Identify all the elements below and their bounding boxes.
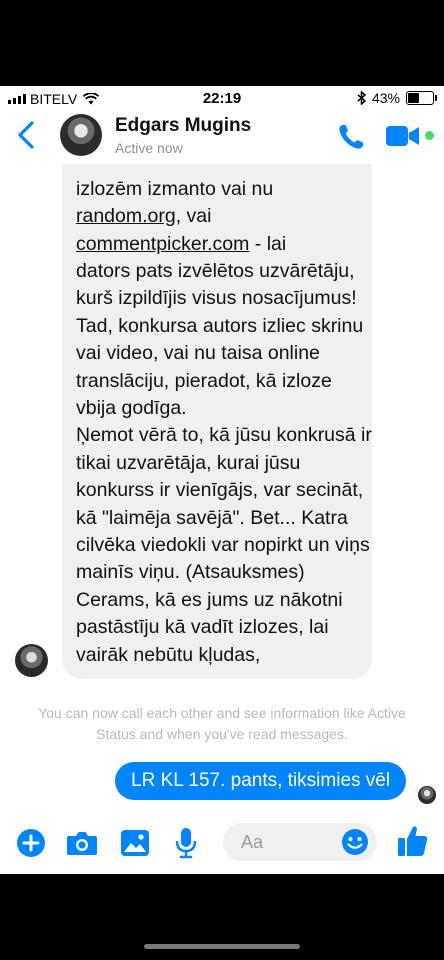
online-indicator <box>425 131 434 140</box>
incoming-message-bubble[interactable]: izlozēm izmanto vai nu random.org, vai c… <box>62 86 372 679</box>
phone-icon[interactable] <box>336 122 366 152</box>
contact-status: Active now <box>115 140 183 156</box>
read-receipt-avatar <box>418 786 436 804</box>
status-bar: BITELV 22:19 43% <box>0 86 444 112</box>
message-input[interactable]: Aa <box>223 823 377 861</box>
message-link[interactable]: commentpicker.com <box>76 233 249 255</box>
camera-icon[interactable] <box>66 829 98 857</box>
message-paragraph: Ņemot vērā to, kā jūsu konkrusā ir tikai… <box>76 424 372 584</box>
video-call-icon[interactable] <box>386 125 420 147</box>
home-indicator[interactable] <box>144 944 300 949</box>
plus-icon[interactable] <box>16 828 46 858</box>
battery-icon <box>406 91 437 105</box>
back-arrow-icon[interactable] <box>16 120 36 150</box>
message-text: izlozēm izmanto vai nu random.org, vai c… <box>76 176 374 669</box>
composer-bar: Aa <box>0 818 444 868</box>
message-line: random.org, vai <box>76 205 212 228</box>
bluetooth-icon <box>357 91 366 105</box>
system-notice: You can now call each other and see info… <box>38 705 406 742</box>
message-paragraph: dators pats izvēlētos uzvārētāju, kurš i… <box>76 259 364 419</box>
battery-percent: 43% <box>371 90 400 106</box>
message-paragraph: Cerams, kā es jums uz nākotni pastāstīju… <box>76 588 343 666</box>
conversation-header: Edgars Mugins Active now <box>0 112 444 164</box>
microphone-icon[interactable] <box>175 827 197 859</box>
messenger-screen: Edgars Mugins Active now izlozēm izmanto… <box>0 86 444 874</box>
outgoing-message-bubble[interactable]: LR KL 157. pants, tiksimies vēl <box>115 762 407 800</box>
emoji-icon[interactable] <box>341 828 369 856</box>
message-line: commentpicker.com - lai <box>76 232 287 255</box>
thumbs-up-icon[interactable] <box>397 824 429 858</box>
contact-avatar[interactable] <box>60 114 102 156</box>
photo-gallery-icon[interactable] <box>120 829 150 857</box>
sender-avatar[interactable] <box>15 644 48 677</box>
message-input-placeholder: Aa <box>241 832 264 852</box>
contact-name[interactable]: Edgars Mugins <box>115 115 251 137</box>
message-link[interactable]: random.org <box>76 205 176 227</box>
message-line: izlozēm izmanto vai nu <box>76 177 274 200</box>
